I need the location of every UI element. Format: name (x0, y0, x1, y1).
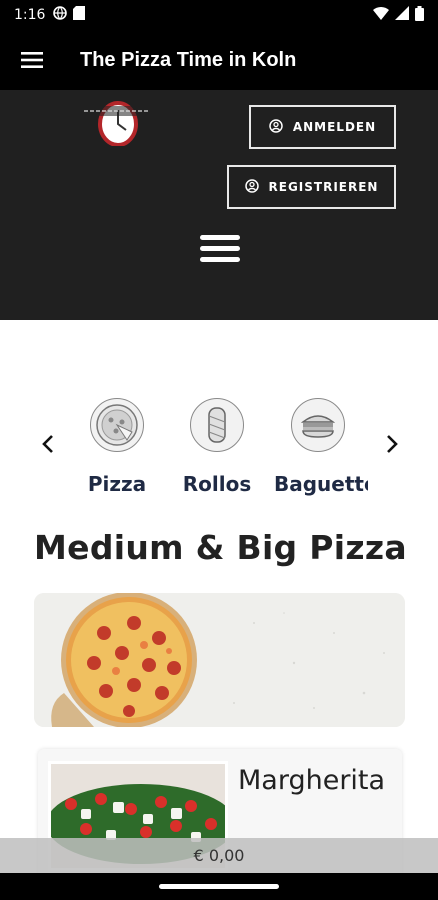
chevron-right-icon[interactable] (380, 430, 404, 458)
status-right-icons (373, 5, 424, 25)
hamburger-menu-icon[interactable] (0, 30, 64, 90)
system-nav-bar (0, 873, 438, 900)
category-item-rollos[interactable]: Rollos (167, 390, 267, 496)
login-label: ANMELDEN (292, 120, 377, 134)
signal-icon (395, 6, 409, 24)
category-track: Pizza Rollos Baguette (70, 390, 372, 510)
category-label: Pizza (87, 472, 147, 496)
login-button[interactable]: ANMELDEN (249, 105, 396, 149)
pizza-icon (90, 398, 144, 452)
register-button[interactable]: REGISTRIEREN (227, 165, 396, 209)
sandwich-icon (291, 398, 345, 452)
category-label: Rollos (182, 472, 252, 496)
category-banner (34, 593, 405, 727)
app-title: The Pizza Time in Koln (80, 48, 297, 71)
cart-total-bar[interactable]: € 0,00 (0, 838, 438, 873)
pizza-time-logo[interactable] (80, 100, 152, 147)
status-time: 1:16 (14, 7, 46, 23)
app-screen: 1:16 The Pizza Time in Koln ANMELDEN REG… (0, 0, 438, 900)
site-header: ANMELDEN REGISTRIEREN (0, 90, 438, 320)
category-item-baguette[interactable]: Baguette (268, 390, 368, 496)
wrap-icon (190, 398, 244, 452)
category-carousel: Pizza Rollos Baguette (0, 390, 438, 510)
product-name: Margherita (238, 765, 386, 796)
sd-card-icon (73, 6, 86, 24)
cart-total: € 0,00 (193, 846, 245, 865)
status-bar: 1:16 (0, 0, 438, 30)
user-circle-icon (244, 178, 259, 196)
wifi-icon (373, 6, 389, 24)
globe-icon (53, 6, 68, 24)
pizza-banner-image (34, 593, 405, 727)
user-circle-icon (269, 118, 283, 136)
app-bar: The Pizza Time in Koln (0, 30, 438, 90)
chevron-left-icon[interactable] (36, 430, 60, 458)
category-item-pizza[interactable]: Pizza (70, 390, 167, 496)
section-title: Medium & Big Pizza (34, 528, 407, 567)
home-gesture-handle[interactable] (159, 884, 279, 889)
register-label: REGISTRIEREN (268, 180, 379, 194)
header-hamburger-menu-icon[interactable] (198, 232, 242, 266)
battery-icon (415, 5, 424, 25)
category-label: Baguette (274, 472, 368, 496)
